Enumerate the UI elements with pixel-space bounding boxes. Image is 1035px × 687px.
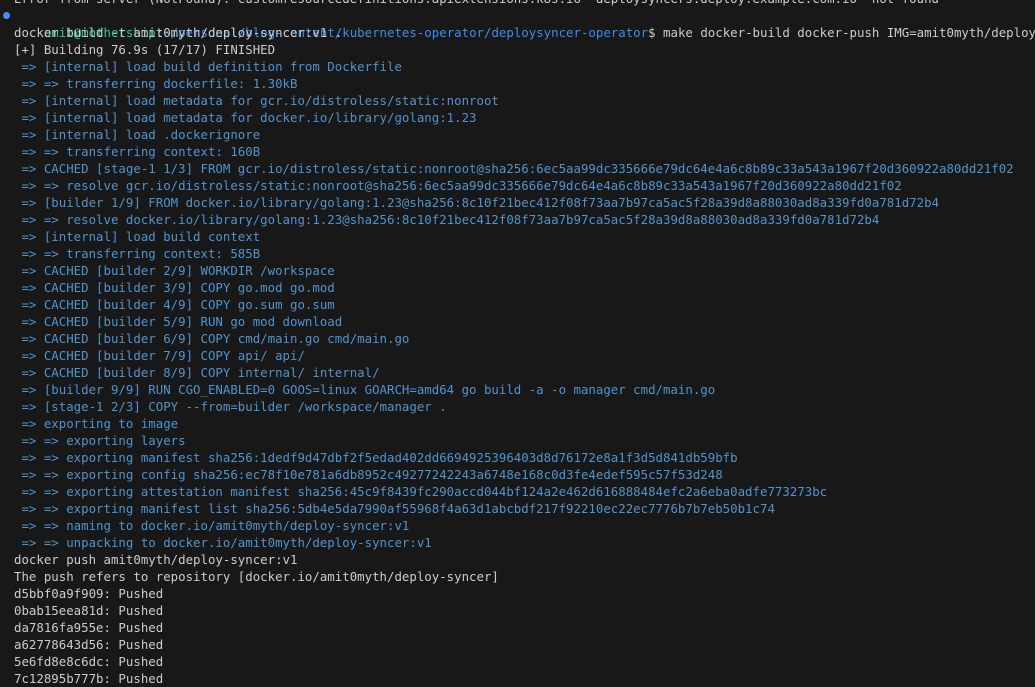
terminal-line: => => unpacking to docker.io/amit0myth/d… <box>14 535 432 550</box>
terminal-line: 0bab15eea81d: Pushed <box>14 603 164 618</box>
terminal-line: => => transferring context: 160B <box>14 144 261 159</box>
terminal-line: => => exporting layers <box>14 433 186 448</box>
terminal-line: da7816fa955e: Pushed <box>14 620 164 635</box>
terminal-line: => CACHED [builder 7/9] COPY api/ api/ <box>14 348 305 363</box>
terminal-lines: docker build -t amit0myth/deploy-syncer:… <box>0 24 1035 687</box>
terminal-prompt-line: amit@mothership:~/personal/blog-content/… <box>0 7 1035 40</box>
terminal-line: => => resolve gcr.io/distroless/static:n… <box>14 178 902 193</box>
terminal-line: The push refers to repository [docker.io… <box>14 569 499 584</box>
terminal-line: => [internal] load metadata for docker.i… <box>14 110 477 125</box>
terminal-line: => CACHED [builder 4/9] COPY go.sum go.s… <box>14 297 335 312</box>
terminal-line: 5e6fd8e8c6dc: Pushed <box>14 654 164 669</box>
terminal-line: => => naming to docker.io/amit0myth/depl… <box>14 518 410 533</box>
terminal-line: d5bbf0a9f909: Pushed <box>14 586 164 601</box>
terminal-line: => [internal] load build definition from… <box>14 59 402 74</box>
terminal-line: => [internal] load metadata for gcr.io/d… <box>14 93 499 108</box>
terminal-line: 7c12895b777b: Pushed <box>14 671 164 686</box>
terminal-line: docker build -t amit0myth/deploy-syncer:… <box>14 25 343 40</box>
terminal-line: => CACHED [builder 5/9] RUN go mod downl… <box>14 314 343 329</box>
terminal-line: => [stage-1 2/3] COPY --from=builder /wo… <box>14 399 447 414</box>
terminal-line: => CACHED [builder 8/9] COPY internal/ i… <box>14 365 380 380</box>
command-decoration-icon[interactable] <box>3 12 10 19</box>
terminal-line: => [internal] load .dockerignore <box>14 127 261 142</box>
terminal-line: => CACHED [builder 2/9] WORKDIR /workspa… <box>14 263 335 278</box>
terminal-line: => => exporting attestation manifest sha… <box>14 484 828 499</box>
terminal-line: => [builder 1/9] FROM docker.io/library/… <box>14 195 940 210</box>
terminal-line: => exporting to image <box>14 416 179 431</box>
terminal-line: a62778643d56: Pushed <box>14 637 164 652</box>
terminal-line: => => exporting manifest sha256:1dedf9d4… <box>14 450 738 465</box>
terminal-line-clipped: Error from server (NotFound): customreso… <box>0 0 1035 7</box>
terminal-line: [+] Building 76.9s (17/17) FINISHED <box>14 42 276 57</box>
terminal-line: => => resolve docker.io/library/golang:1… <box>14 212 880 227</box>
terminal-line: => CACHED [builder 3/9] COPY go.mod go.m… <box>14 280 335 295</box>
terminal-line: => => exporting config sha256:ec78f10e78… <box>14 467 723 482</box>
terminal-line: => => transferring dockerfile: 1.30kB <box>14 76 298 91</box>
terminal-line: => => transferring context: 585B <box>14 246 261 261</box>
terminal-line: => [builder 9/9] RUN CGO_ENABLED=0 GOOS=… <box>14 382 716 397</box>
terminal-line: docker push amit0myth/deploy-syncer:v1 <box>14 552 298 567</box>
terminal-output[interactable]: Error from server (NotFound): customreso… <box>0 0 1035 687</box>
terminal-line: => [internal] load build context <box>14 229 261 244</box>
terminal-line: => => exporting manifest list sha256:5db… <box>14 501 775 516</box>
terminal-line: => CACHED [stage-1 1/3] FROM gcr.io/dist… <box>14 161 1014 176</box>
terminal-line: => CACHED [builder 6/9] COPY cmd/main.go… <box>14 331 410 346</box>
